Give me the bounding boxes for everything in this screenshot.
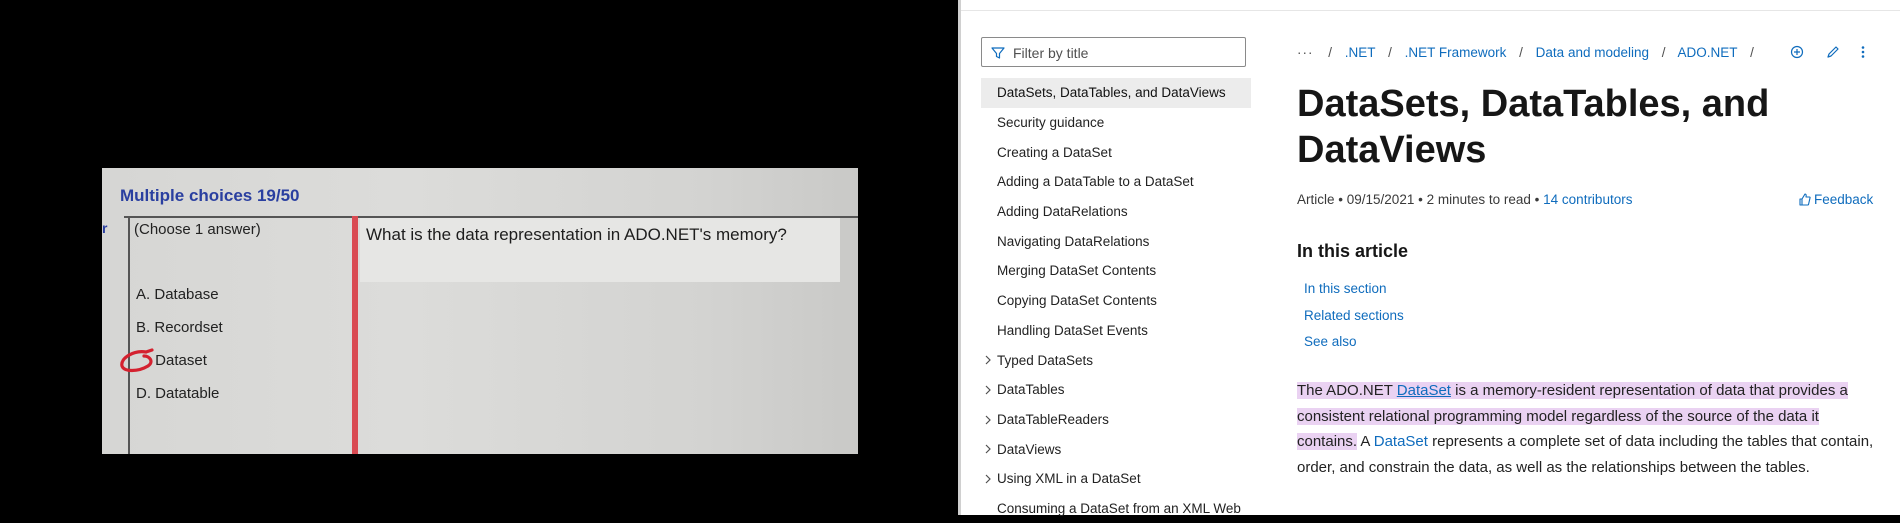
- filter-input[interactable]: Filter by title: [981, 37, 1246, 67]
- toc-item-expandable[interactable]: DataViews: [981, 434, 1251, 464]
- article-paragraph: The ADO.NET DataSet is a memory-resident…: [1297, 382, 1874, 476]
- in-this-article-heading: In this article: [1297, 241, 1409, 261]
- chevron-right-icon[interactable]: [984, 355, 992, 365]
- toc-item-label: DataTableReaders: [997, 411, 1109, 427]
- toc-item-label: Typed DataSets: [997, 352, 1094, 368]
- option-text: Datatable: [155, 385, 220, 402]
- toc-item-label: Merging DataSet Contents: [997, 263, 1157, 279]
- toc-item-label: DataViews: [997, 441, 1062, 457]
- toc-item-label: Using XML in a DataSet: [997, 471, 1141, 487]
- toc-item-label: Copying DataSet Contents: [997, 293, 1157, 309]
- header-divider: [961, 10, 1900, 11]
- more-vertical-icon[interactable]: [1860, 45, 1866, 64]
- toc-item[interactable]: Adding DataRelations: [981, 197, 1251, 227]
- option-text: Recordset: [154, 319, 223, 336]
- dataset-link[interactable]: DataSet: [1397, 382, 1451, 399]
- add-circle-icon[interactable]: [1790, 45, 1804, 64]
- toc-item-label: Security guidance: [997, 115, 1105, 131]
- cropped-letter: r: [102, 220, 108, 236]
- toc-item[interactable]: Consuming a DataSet from an XML Web: [981, 494, 1251, 523]
- toc-item-expandable[interactable]: Typed DataSets: [981, 345, 1251, 375]
- feedback-label: Feedback: [1814, 192, 1874, 207]
- option-text: Dataset: [155, 352, 207, 369]
- breadcrumb-ellipsis[interactable]: ···: [1297, 45, 1314, 60]
- toc-item-label: Navigating DataRelations: [997, 233, 1150, 249]
- filter-placeholder: Filter by title: [1013, 45, 1089, 61]
- red-separator: [352, 216, 358, 454]
- option-d: D. Datatable: [136, 385, 219, 402]
- chevron-right-icon[interactable]: [984, 415, 992, 425]
- table-of-contents: DataSets, DataTables, and DataViews Secu…: [981, 78, 1251, 523]
- filter-icon: [991, 47, 1005, 59]
- dataset-link[interactable]: DataSet: [1374, 433, 1428, 450]
- in-this-article-link[interactable]: In this section: [1304, 281, 1404, 308]
- toc-item-label: Creating a DataSet: [997, 144, 1112, 160]
- option-letter: B.: [136, 319, 151, 336]
- option-text: Database: [154, 286, 219, 303]
- option-b: B. Recordset: [136, 319, 223, 336]
- thumbs-up-icon: [1799, 193, 1811, 206]
- toc-item-label: DataSets, DataTables, and DataViews: [997, 85, 1226, 101]
- chevron-right-icon[interactable]: [984, 474, 992, 484]
- breadcrumb-link[interactable]: .NET Framework: [1405, 45, 1507, 60]
- page-title: DataSets, DataTables, and DataViews: [1297, 83, 1770, 171]
- toc-item-expandable[interactable]: Using XML in a DataSet: [981, 464, 1251, 494]
- read-time: 2 minutes to read: [1426, 192, 1531, 207]
- breadcrumb-link[interactable]: ADO.NET: [1678, 45, 1738, 60]
- toc-item[interactable]: DataSets, DataTables, and DataViews: [981, 78, 1251, 108]
- option-a: A. Database: [136, 286, 219, 303]
- toc-item[interactable]: Security guidance: [981, 108, 1251, 138]
- toc-item[interactable]: Adding a DataTable to a DataSet: [981, 167, 1251, 197]
- toc-item-label: Handling DataSet Events: [997, 322, 1148, 338]
- in-this-article-list: In this section Related sections See als…: [1304, 281, 1404, 361]
- toc-item-expandable[interactable]: DataTables: [981, 375, 1251, 405]
- contributors-link[interactable]: 14 contributors: [1543, 192, 1632, 207]
- photo-viewer-pane: Multiple choices 19/50 r (Choose 1 answe…: [0, 0, 958, 515]
- article-date: 09/15/2021: [1346, 192, 1415, 207]
- breadcrumb-link[interactable]: Data and modeling: [1536, 45, 1649, 60]
- article-meta: Article • 09/15/2021 • 2 minutes to read…: [1297, 192, 1633, 207]
- chevron-right-icon[interactable]: [984, 444, 992, 454]
- toc-item-label: Adding a DataTable to a DataSet: [997, 174, 1194, 190]
- red-circle-annotation-icon: [120, 348, 154, 373]
- toc-item[interactable]: Copying DataSet Contents: [981, 286, 1251, 316]
- question-text: What is the data representation in ADO.N…: [366, 225, 787, 244]
- toc-item[interactable]: Navigating DataRelations: [981, 226, 1251, 256]
- toc-item[interactable]: Handling DataSet Events: [981, 316, 1251, 346]
- in-this-article-link[interactable]: See also: [1304, 334, 1404, 361]
- instruction-text: (Choose 1 answer): [134, 221, 261, 238]
- breadcrumb: ··· / .NET / .NET Framework / Data and m…: [1297, 45, 1754, 60]
- option-letter: A.: [136, 286, 151, 303]
- chevron-right-icon[interactable]: [984, 385, 992, 395]
- feedback-button[interactable]: Feedback: [1799, 192, 1873, 207]
- toc-item-expandable[interactable]: DataTableReaders: [981, 405, 1251, 435]
- toc-item[interactable]: Creating a DataSet: [981, 137, 1251, 167]
- question-counter: Multiple choices 19/50: [120, 186, 300, 205]
- article-type: Article: [1297, 192, 1335, 207]
- toc-item[interactable]: Merging DataSet Contents: [981, 256, 1251, 286]
- docs-page: Filter by title DataSets, DataTables, an…: [958, 0, 1900, 516]
- breadcrumb-link[interactable]: .NET: [1345, 45, 1376, 60]
- exam-question-photo: Multiple choices 19/50 r (Choose 1 answe…: [102, 168, 858, 454]
- toc-item-label: Adding DataRelations: [997, 204, 1128, 220]
- in-this-article-link[interactable]: Related sections: [1304, 308, 1404, 335]
- toc-item-label: Consuming a DataSet from an XML Web: [997, 500, 1241, 516]
- pencil-icon[interactable]: [1826, 45, 1840, 64]
- option-letter: D.: [136, 385, 151, 402]
- frame-divider: [128, 216, 130, 454]
- toc-item-label: DataTables: [997, 382, 1065, 398]
